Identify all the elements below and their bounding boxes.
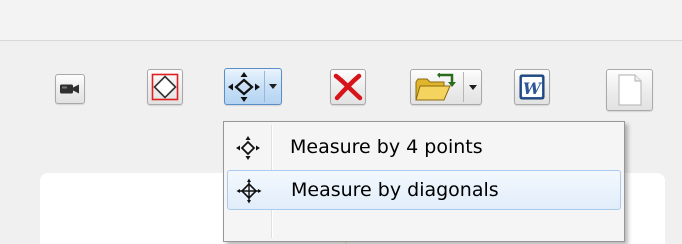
menu-item-measure-by-4-points[interactable]: Measure by 4 points <box>227 128 621 168</box>
red-x-icon <box>333 73 363 101</box>
delete-button[interactable] <box>330 69 366 105</box>
word-document-icon: W <box>519 74 545 100</box>
four-point-arrows-icon <box>236 136 260 160</box>
menu-item-label: Measure by diagonals <box>291 179 499 201</box>
video-camera-icon <box>60 84 79 94</box>
svg-text:W: W <box>523 79 543 98</box>
open-folder-split-button[interactable] <box>410 69 482 105</box>
crosshair-diagonal-icon <box>236 178 262 204</box>
camera-button[interactable] <box>55 74 85 104</box>
shape-button[interactable] <box>147 69 183 105</box>
open-split-divider <box>463 72 464 102</box>
open-folder-icon <box>415 73 456 101</box>
measure-split-divider <box>264 71 265 102</box>
open-dropdown-arrow-icon[interactable] <box>469 85 477 90</box>
window-top-band <box>0 0 682 41</box>
measure-dropdown-arrow-icon[interactable] <box>269 84 277 89</box>
menu-item-measure-by-diagonals[interactable]: Measure by diagonals <box>227 170 621 210</box>
measure-dropdown-menu: Measure by 4 points Measure by diagonals <box>223 121 625 242</box>
blank-page-icon <box>618 74 642 106</box>
blank-page-button[interactable] <box>606 69 653 111</box>
diamond-frame-icon <box>151 73 179 101</box>
word-export-button[interactable]: W <box>514 69 550 105</box>
measure-split-button[interactable] <box>224 68 282 105</box>
menu-item-label: Measure by 4 points <box>290 136 483 158</box>
four-point-arrows-icon <box>228 72 260 102</box>
